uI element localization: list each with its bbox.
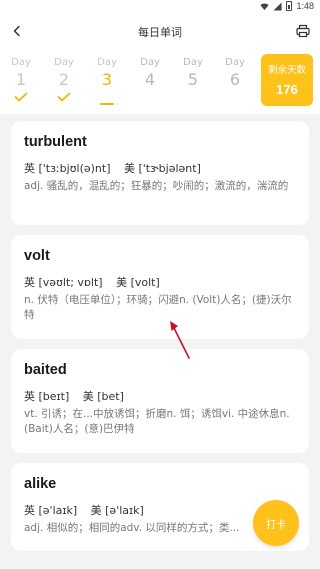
phonetic-row: 英 [vəʊlt; vɒlt] 美 [volt]: [24, 274, 297, 290]
word-title: baited: [24, 362, 67, 378]
page-title: 每日单词: [138, 26, 182, 39]
current-day-indicator: [100, 103, 114, 105]
day-number: 5: [187, 70, 199, 89]
day-number: 6: [229, 70, 241, 89]
day-label: Day: [97, 57, 117, 68]
us-phonetic[interactable]: 美 [volt]: [116, 276, 160, 289]
remaining-days-value: 176: [276, 82, 298, 97]
day-label: Day: [140, 57, 160, 68]
day-number: 1: [15, 70, 27, 89]
remaining-days-label: 剩余天数: [267, 65, 306, 76]
day-item-2[interactable]: Day 2: [49, 56, 79, 102]
printer-icon: [296, 24, 310, 38]
day-progress-strip: Day 1 Day 2 Day 3 Day 4 Day 5 Day 6 剩余天数…: [0, 50, 320, 114]
uk-phonetic[interactable]: 英 [beɪt]: [24, 390, 69, 403]
us-phonetic[interactable]: 美 [ə'laɪk]: [91, 504, 144, 517]
day-label: Day: [11, 57, 31, 68]
checkmark-icon: [14, 92, 28, 102]
status-icons: 1:48: [260, 1, 314, 11]
day-item-5[interactable]: Day 5: [178, 56, 208, 89]
day-label: Day: [225, 57, 245, 68]
word-card[interactable]: volt 英 [vəʊlt; vɒlt] 美 [volt] n. 伏特（电压单位…: [11, 235, 309, 339]
top-app-bar: 每日单词: [0, 14, 320, 50]
uk-phonetic[interactable]: 英 [ə'laɪk]: [24, 504, 77, 517]
day-number: 3: [101, 70, 113, 89]
checkmark-icon: [57, 92, 71, 102]
word-card[interactable]: baited 英 [beɪt] 美 [bet] vt. 引诱；在...中放诱饵；…: [11, 349, 309, 453]
word-definition: n. 伏特（电压单位）；环骑；闪避n. (Volt)人名；(捷)沃尔特: [24, 294, 292, 321]
day-item-3[interactable]: Day 3: [92, 56, 122, 105]
day-number: 2: [58, 70, 70, 89]
word-card[interactable]: turbulent 英 ['tɜːbjʊl(ə)nt] 美 ['tɝbjələn…: [11, 121, 309, 225]
word-definition: adj. 骚乱的，混乱的；狂暴的；吵闹的；激流的，湍流的: [24, 180, 289, 192]
day-item-6[interactable]: Day 6: [220, 56, 250, 89]
status-time: 1:48: [296, 1, 314, 11]
phonetic-row: 英 ['tɜːbjʊl(ə)nt] 美 ['tɝbjələnt]: [24, 160, 297, 176]
day-number: 4: [144, 70, 156, 89]
day-label: Day: [183, 57, 203, 68]
day-item-1[interactable]: Day 1: [6, 56, 36, 102]
us-phonetic[interactable]: 美 [bet]: [83, 390, 124, 403]
uk-phonetic[interactable]: 英 [vəʊlt; vɒlt]: [24, 276, 103, 289]
signal-icon: [273, 1, 283, 11]
day-label: Day: [54, 57, 74, 68]
word-title: alike: [24, 476, 57, 492]
annotation-arrow: [170, 321, 190, 359]
status-bar: 1:48: [0, 0, 320, 14]
word-title: turbulent: [24, 134, 87, 150]
check-in-button[interactable]: 打卡: [253, 500, 299, 546]
phonetic-row: 英 [beɪt] 美 [bet]: [24, 388, 297, 404]
print-button[interactable]: [292, 20, 314, 42]
wifi-icon: [260, 3, 270, 10]
day-item-4[interactable]: Day 4: [135, 56, 165, 89]
remaining-days-card: 剩余天数 176: [261, 54, 313, 106]
word-definition: vt. 引诱；在...中放诱饵；折磨n. 饵；诱饵vi. 中途休息n. (Bai…: [24, 408, 290, 435]
battery-icon: [286, 1, 293, 11]
us-phonetic[interactable]: 美 ['tɝbjələnt]: [124, 162, 201, 175]
word-title: volt: [24, 248, 50, 264]
uk-phonetic[interactable]: 英 ['tɜːbjʊl(ə)nt]: [24, 162, 111, 175]
